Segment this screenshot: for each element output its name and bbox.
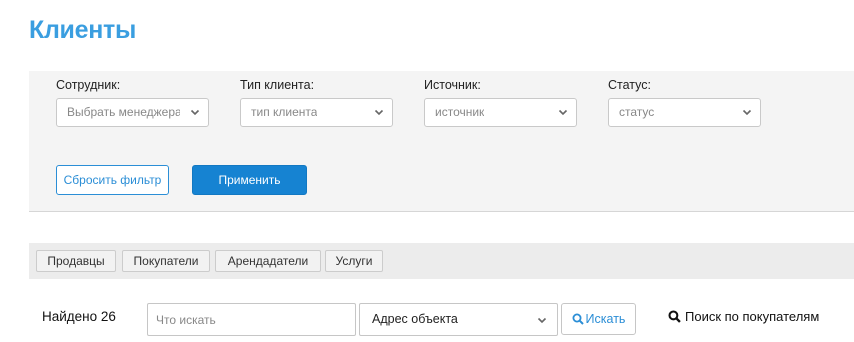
chevron-down-icon <box>374 109 384 116</box>
employee-label: Сотрудник: <box>56 78 121 92</box>
client-type-label: Тип клиента: <box>240 78 315 92</box>
status-label: Статус: <box>608 78 651 92</box>
search-button[interactable]: Искать <box>561 303 636 335</box>
search-button-label: Искать <box>585 312 626 326</box>
page-title: Клиенты <box>29 16 137 44</box>
reset-filter-button[interactable]: Сбросить фильтр <box>56 165 169 195</box>
search-icon <box>572 313 584 325</box>
search-input[interactable] <box>147 303 356 336</box>
chevron-down-icon <box>537 317 547 324</box>
filter-panel: Сотрудник: Выбрать менеджера Тип клиента… <box>29 71 854 212</box>
source-select-value: источник <box>435 105 485 119</box>
employee-select-value: Выбрать менеджера <box>67 105 180 119</box>
employee-select[interactable]: Выбрать менеджера <box>56 98 209 127</box>
buyer-search-label: Поиск по покупателям <box>685 309 820 324</box>
search-field-select[interactable]: Адрес объекта <box>359 303 558 336</box>
buyer-search-link[interactable]: Поиск по покупателям <box>668 309 819 324</box>
chevron-down-icon <box>742 109 752 116</box>
source-select[interactable]: источник <box>424 98 577 127</box>
tab-landlords[interactable]: Арендадатели <box>215 250 321 272</box>
chevron-down-icon <box>558 109 568 116</box>
search-field-select-value: Адрес объекта <box>372 312 458 326</box>
client-type-select[interactable]: тип клиента <box>240 98 393 127</box>
search-icon <box>668 310 681 323</box>
tab-buyers[interactable]: Покупатели <box>122 250 210 272</box>
tab-sellers[interactable]: Продавцы <box>36 250 116 272</box>
client-type-select-value: тип клиента <box>251 105 318 119</box>
chevron-down-icon <box>190 109 200 116</box>
status-select-value: статус <box>619 105 655 119</box>
tab-services[interactable]: Услуги <box>325 250 383 272</box>
status-select[interactable]: статус <box>608 98 761 127</box>
found-count: Найдено 26 <box>42 309 116 324</box>
apply-filter-button[interactable]: Применить <box>192 165 307 195</box>
client-category-tabs: Продавцы Покупатели Арендадатели Услуги <box>29 243 854 279</box>
source-label: Источник: <box>424 78 481 92</box>
